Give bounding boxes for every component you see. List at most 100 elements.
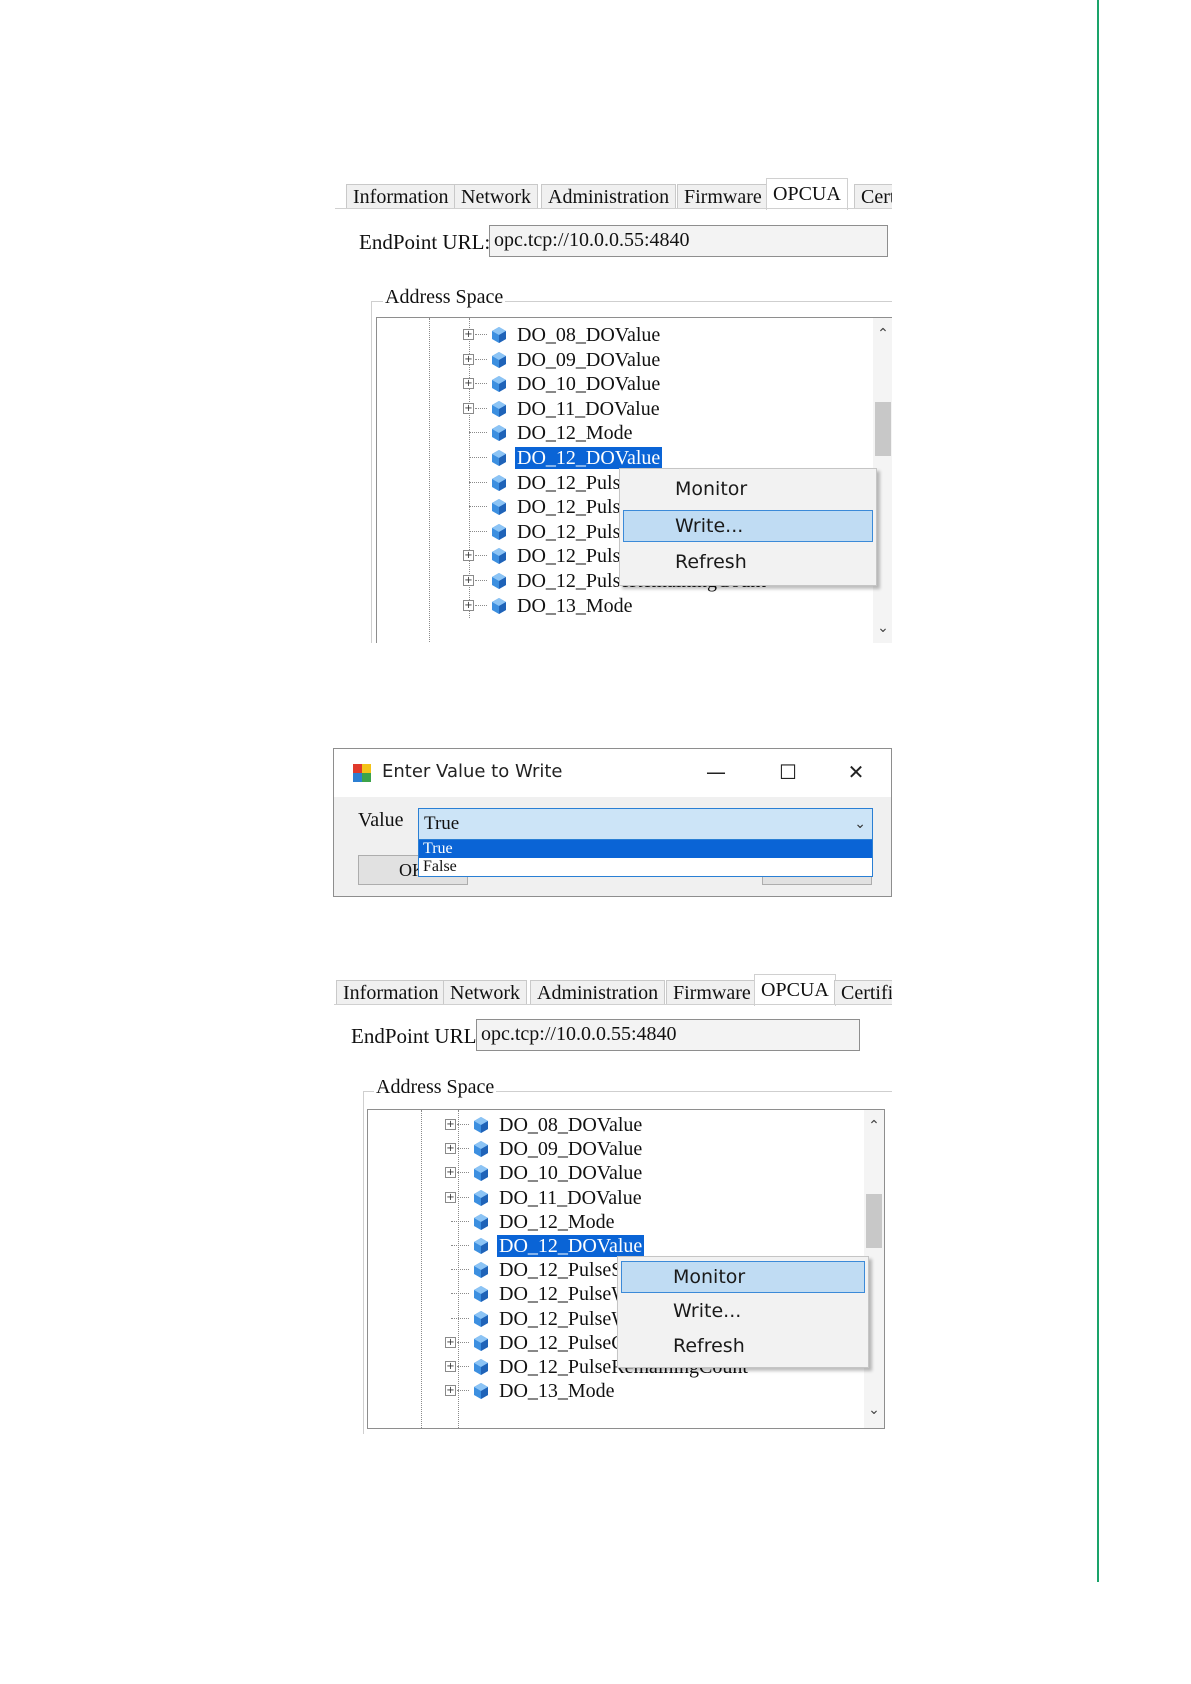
tree-node-label[interactable]: DO_11_DOValue <box>497 1187 644 1209</box>
tree-node[interactable]: + DO_13_Mode <box>445 1380 845 1404</box>
scroll-thumb[interactable] <box>866 1194 882 1248</box>
variable-node-icon <box>492 450 506 466</box>
tree-connector <box>475 555 487 557</box>
tree-node[interactable]: + DO_09_DOValue <box>445 1138 845 1162</box>
tab-administration[interactable]: Administration <box>541 184 677 208</box>
menu-item-write[interactable]: Write... <box>621 1295 865 1327</box>
tab-certificate[interactable]: Certific <box>834 980 892 1004</box>
value-dropdown-list: True False <box>418 839 873 877</box>
scroll-up-icon[interactable]: ⌃ <box>873 324 892 344</box>
tree-expand-icon[interactable]: + <box>445 1143 456 1155</box>
tree-node[interactable]: DO_12_Mode <box>445 1211 845 1235</box>
tree-node-label[interactable]: DO_12_Pulse <box>515 545 631 567</box>
tab-network[interactable]: Network <box>454 184 538 208</box>
menu-item-refresh[interactable]: Refresh <box>623 546 873 578</box>
tree-expand-icon[interactable]: + <box>463 550 474 562</box>
variable-node-icon <box>492 597 506 614</box>
tab-information[interactable]: Information <box>346 184 456 208</box>
tree-connector <box>475 580 487 581</box>
tree-connector <box>451 1245 469 1246</box>
tree-node[interactable]: + DO_09_DOValue <box>463 349 863 373</box>
tree-expand-icon[interactable]: + <box>463 402 474 414</box>
tree-node[interactable]: + DO_13_Mode <box>463 595 863 619</box>
variable-node-icon <box>492 474 506 491</box>
scroll-down-icon[interactable]: ⌄ <box>864 1400 884 1420</box>
menu-item-refresh[interactable]: Refresh <box>621 1330 865 1362</box>
tab-information[interactable]: Information <box>336 980 446 1004</box>
tab-firmware[interactable]: Firmware <box>666 980 758 1004</box>
app-icon <box>353 764 371 782</box>
tab-opcua[interactable]: OPCUA <box>754 974 836 1006</box>
tree-expand-icon[interactable]: + <box>463 575 474 586</box>
tab-firmware[interactable]: Firmware <box>677 184 769 208</box>
group-border-left <box>371 301 372 643</box>
tree-expand-icon[interactable]: + <box>463 599 474 611</box>
tree-node-label[interactable]: DO_09_DOValue <box>497 1138 644 1160</box>
tree-connector <box>469 530 487 532</box>
tree-node-label[interactable]: DO_12_DOValue <box>515 447 663 469</box>
tree-expand-icon[interactable]: + <box>463 378 474 390</box>
tree-node-label[interactable]: DO_08_DOValue <box>497 1114 644 1136</box>
tree-node-label[interactable]: DO_12_PulseW <box>497 1308 632 1330</box>
page-side-rule <box>1097 0 1099 1582</box>
tree-node-label[interactable]: DO_08_DOValue <box>515 324 662 346</box>
maximize-icon[interactable]: ☐ <box>768 757 808 787</box>
menu-item-monitor[interactable]: Monitor <box>623 473 873 505</box>
tree-node-label[interactable]: DO_12_PulseS <box>497 1259 624 1281</box>
tree-node-label[interactable]: DO_12_Pulse <box>515 472 631 494</box>
tree-node[interactable]: + DO_11_DOValue <box>463 398 863 422</box>
tree-expand-icon[interactable]: + <box>445 1119 456 1130</box>
variable-node-icon <box>474 1383 488 1400</box>
tree-expand-icon[interactable]: + <box>445 1361 456 1372</box>
tree-expand-icon[interactable]: + <box>463 329 474 340</box>
tree-node-label[interactable]: DO_10_DOValue <box>497 1162 644 1184</box>
tab-certificate[interactable]: Cert <box>854 184 892 208</box>
menu-item-write[interactable]: Write... <box>623 510 873 542</box>
tree-guide-line <box>429 318 430 643</box>
tab-opcua[interactable]: OPCUA <box>766 178 848 210</box>
endpoint-url-field[interactable]: opc.tcp://10.0.0.55:4840 <box>489 225 888 257</box>
tree-node-label[interactable]: DO_13_Mode <box>515 595 635 617</box>
minimize-icon[interactable]: — <box>696 757 736 787</box>
tree-node-label[interactable]: DO_11_DOValue <box>515 398 662 420</box>
option-false[interactable]: False <box>419 858 872 876</box>
tree-expand-icon[interactable]: + <box>463 353 474 365</box>
tree-expand-icon[interactable]: + <box>445 1167 456 1179</box>
tree-connector <box>457 1341 469 1343</box>
menu-item-monitor[interactable]: Monitor <box>621 1261 865 1293</box>
tree-node-label[interactable]: DO_13_Mode <box>497 1380 617 1402</box>
tree-node-label[interactable]: DO_12_Mode <box>497 1211 617 1233</box>
tab-administration[interactable]: Administration <box>530 980 666 1004</box>
variable-node-icon <box>474 1310 488 1327</box>
option-true[interactable]: True <box>419 840 872 858</box>
address-space-label: Address Space <box>374 1076 497 1099</box>
scroll-up-icon[interactable]: ⌃ <box>864 1116 884 1136</box>
tree-node-label[interactable]: DO_09_DOValue <box>515 349 662 371</box>
tab-network[interactable]: Network <box>443 980 527 1004</box>
tree-node[interactable]: + DO_08_DOValue <box>445 1114 845 1138</box>
tree-node-label[interactable]: DO_10_DOValue <box>515 373 662 395</box>
tree-node[interactable]: DO_12_Mode <box>463 422 863 446</box>
tree-expand-icon[interactable]: + <box>445 1385 456 1397</box>
tree-node-label[interactable]: DO_12_PulseW <box>497 1283 632 1305</box>
tree-expand-icon[interactable]: + <box>445 1336 456 1348</box>
tree-node-label[interactable]: DO_12_Pulse <box>515 521 631 543</box>
tree-node-label[interactable]: DO_12_PulseC <box>497 1332 627 1354</box>
tree-node-label[interactable]: DO_12_Mode <box>515 422 635 444</box>
context-menu: Monitor Write... Refresh <box>617 1256 869 1368</box>
chevron-down-icon[interactable]: ⌄ <box>854 809 866 839</box>
tree-connector <box>475 383 487 385</box>
value-select[interactable]: True ⌄ <box>418 808 873 840</box>
tree-node[interactable]: + DO_11_DOValue <box>445 1187 845 1211</box>
tree-connector <box>475 604 487 606</box>
endpoint-url-field[interactable]: opc.tcp://10.0.0.55:4840 <box>476 1019 860 1051</box>
close-icon[interactable]: ✕ <box>836 757 876 787</box>
tree-node-label[interactable]: DO_12_Pulse <box>515 496 631 518</box>
tree-node[interactable]: + DO_10_DOValue <box>463 373 863 397</box>
tree-node[interactable]: + DO_10_DOValue <box>445 1162 845 1186</box>
scroll-down-icon[interactable]: ⌄ <box>873 618 892 638</box>
tree-node[interactable]: + DO_08_DOValue <box>463 324 863 348</box>
scroll-thumb[interactable] <box>875 402 891 456</box>
tree-node-label[interactable]: DO_12_DOValue <box>497 1235 645 1257</box>
tree-expand-icon[interactable]: + <box>445 1191 456 1203</box>
